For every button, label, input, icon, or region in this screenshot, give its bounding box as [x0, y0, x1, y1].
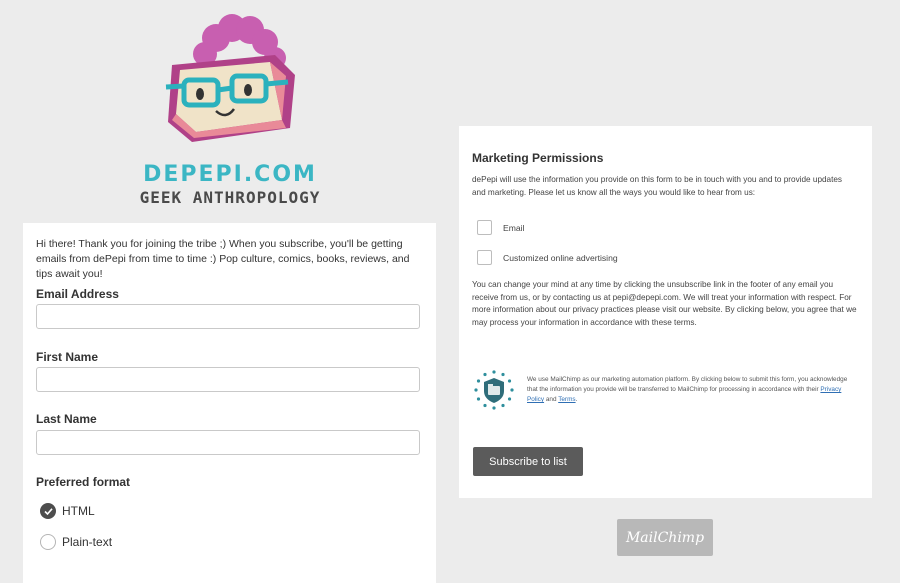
- format-label: Preferred format: [36, 475, 131, 489]
- mailchimp-badge-label: MailChimp: [625, 529, 705, 546]
- site-logo: DEPEPI.COM GEEK ANTHROPOLOGY: [110, 10, 350, 210]
- checkbox[interactable]: [477, 220, 492, 235]
- logo-subtitle: GEEK ANTHROPOLOGY: [139, 188, 321, 207]
- email-field[interactable]: [36, 304, 420, 329]
- checkbox[interactable]: [477, 250, 492, 265]
- first-name-field[interactable]: [36, 367, 420, 392]
- format-option-html[interactable]: HTML: [40, 503, 95, 519]
- email-label: Email Address: [36, 287, 119, 301]
- mailchimp-legal-text: We use MailChimp as our marketing automa…: [527, 376, 848, 403]
- terms-link[interactable]: Terms: [558, 396, 575, 403]
- logo-title: DEPEPI.COM: [143, 162, 317, 187]
- format-option-plain-text[interactable]: Plain-text: [40, 534, 112, 550]
- last-name-label: Last Name: [36, 412, 97, 426]
- mailchimp-badge[interactable]: MailChimp: [617, 519, 713, 556]
- mailchimp-gdpr-shield-icon: [474, 370, 514, 410]
- marketing-permissions-card: Marketing Permissions dePepi will use th…: [459, 126, 872, 498]
- last-name-field[interactable]: [36, 430, 420, 455]
- permissions-description: dePepi will use the information you prov…: [472, 175, 843, 197]
- radio-checked-icon[interactable]: [40, 503, 56, 519]
- format-option-label: Plain-text: [62, 535, 113, 549]
- format-option-label: HTML: [62, 504, 95, 518]
- permission-option-email[interactable]: Email: [477, 220, 525, 235]
- subscribe-button[interactable]: Subscribe to list: [473, 447, 583, 476]
- legal-text: We use MailChimp as our marketing automa…: [527, 376, 848, 393]
- permission-option-label: Customized online advertising: [503, 252, 618, 263]
- signup-form-card: Hi there! Thank you for joining the trib…: [23, 223, 436, 583]
- radio-unchecked-icon[interactable]: [40, 534, 56, 550]
- permission-option-label: Email: [503, 222, 525, 233]
- mascot-icon: [165, 14, 295, 142]
- unsubscribe-info: You can change your mind at any time by …: [472, 280, 857, 327]
- permissions-title: Marketing Permissions: [472, 151, 604, 165]
- first-name-label: First Name: [36, 350, 99, 364]
- legal-and: and: [545, 396, 557, 403]
- permission-option-advertising[interactable]: Customized online advertising: [477, 250, 618, 265]
- intro-text: Hi there! Thank you for joining the trib…: [36, 238, 410, 280]
